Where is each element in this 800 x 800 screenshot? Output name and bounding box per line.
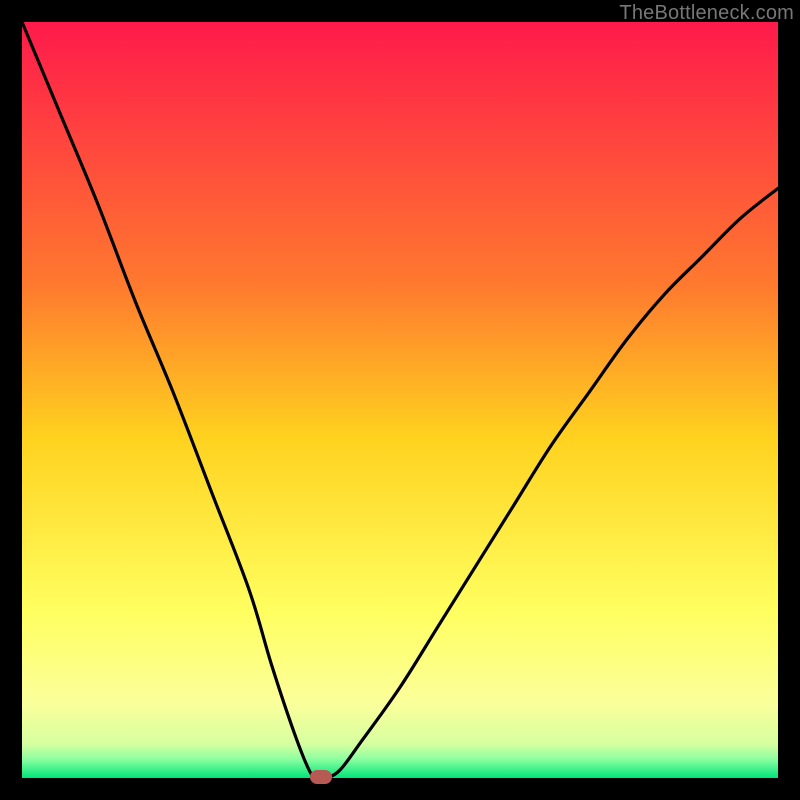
optimal-point-marker [310, 770, 332, 784]
bottleneck-curve [22, 22, 778, 778]
watermark-text: TheBottleneck.com [619, 2, 794, 25]
plot-area [22, 22, 778, 778]
